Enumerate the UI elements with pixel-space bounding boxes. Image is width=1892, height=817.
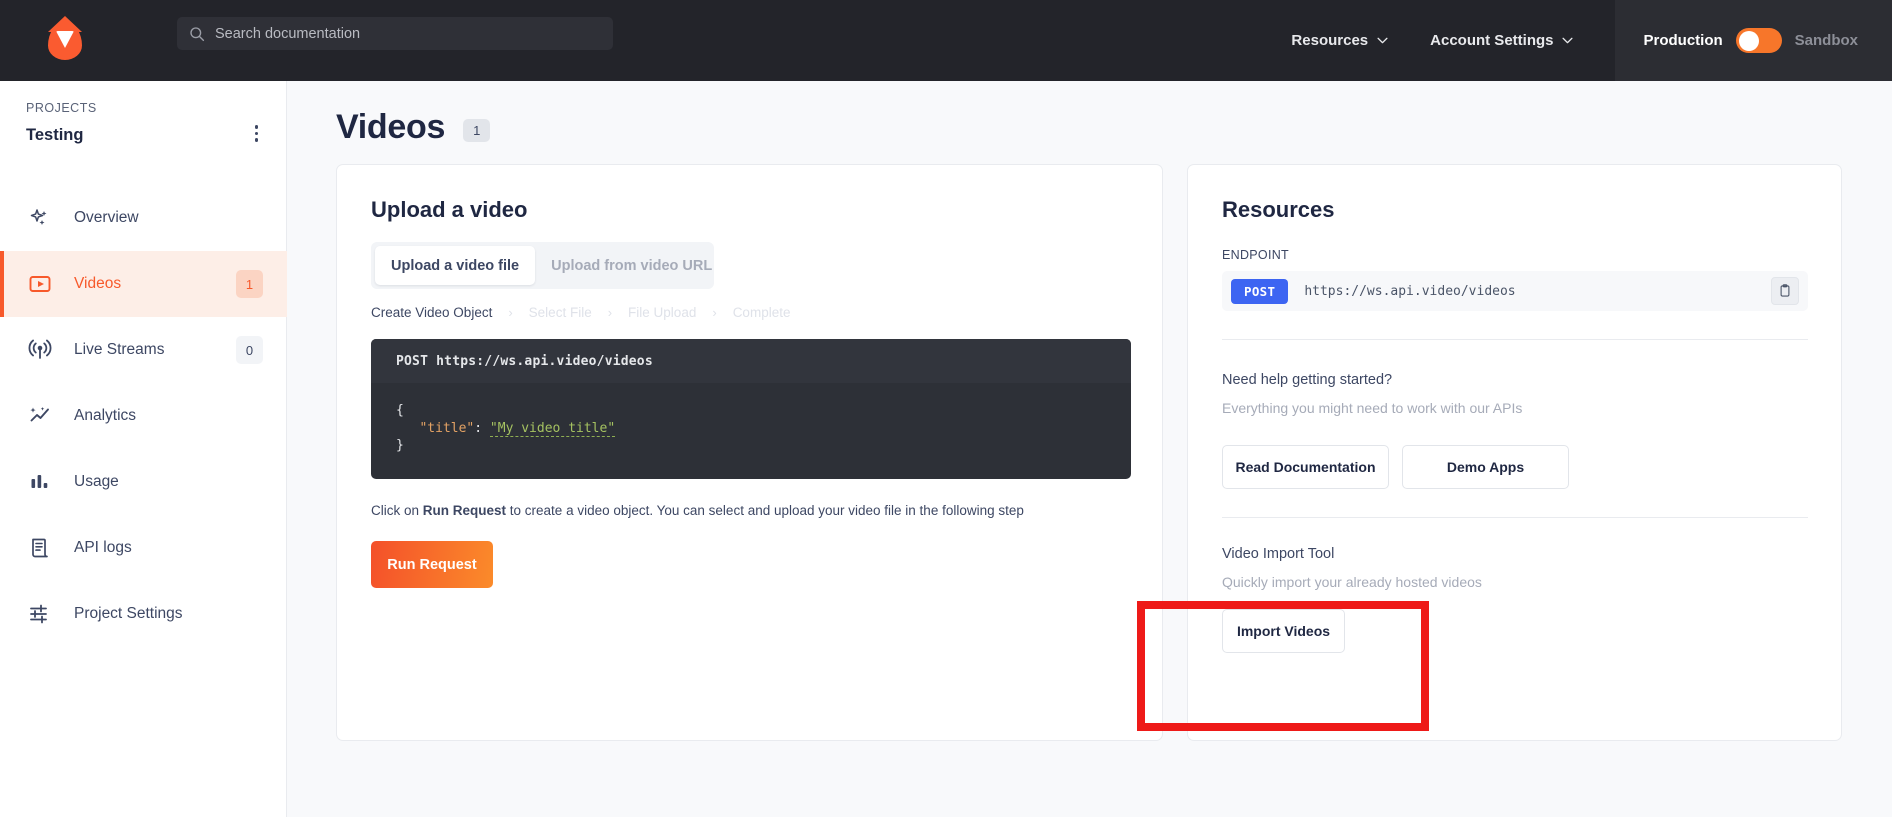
code-brace-close: } — [396, 438, 404, 454]
toggle-knob — [1738, 30, 1759, 51]
code-request-line: POST https://ws.api.video/videos — [371, 339, 1131, 383]
endpoint-row: POST https://ws.api.video/videos — [1222, 271, 1808, 311]
sidebar: PROJECTS Testing Overview Videos 1 Live … — [0, 81, 287, 817]
sparkles-icon — [30, 209, 47, 225]
tab-upload-from-video-url[interactable]: Upload from video URL — [535, 246, 728, 285]
divider — [1222, 517, 1808, 518]
apivideo-flame-logo-icon — [48, 21, 82, 60]
code-url: https://ws.api.video/videos — [436, 353, 653, 369]
brand-logo[interactable] — [0, 21, 130, 60]
chevron-down-icon — [1377, 37, 1388, 44]
logo-inner-triangle — [56, 31, 74, 48]
hint-suffix: to create a video object. You can select… — [506, 503, 1024, 518]
sidebar-badge-live-streams: 0 — [236, 336, 263, 364]
more-vertical-icon[interactable] — [254, 125, 258, 142]
page-header: Videos 1 — [336, 108, 491, 147]
divider — [1222, 339, 1808, 340]
sidebar-section-label: PROJECTS — [26, 101, 97, 115]
code-method: POST — [396, 353, 429, 369]
step-create-video-object: Create Video Object — [371, 305, 493, 320]
upload-video-card: Upload a video Upload a video file Uploa… — [336, 164, 1163, 741]
help-subtitle: Everything you might need to work with o… — [1222, 400, 1523, 416]
sidebar-item-api-logs[interactable]: API logs — [0, 515, 287, 581]
demo-apps-button[interactable]: Demo Apps — [1402, 445, 1569, 489]
bar-chart-icon — [31, 475, 48, 488]
sliders-icon — [30, 604, 47, 624]
sidebar-project-name[interactable]: Testing — [26, 126, 83, 145]
clipboard-glyph — [1780, 284, 1790, 297]
logs-icon — [32, 538, 48, 558]
code-request-body: { "title": "My video title" } — [371, 383, 1131, 455]
environment-switcher[interactable]: Production Sandbox — [1615, 0, 1892, 81]
sidebar-item-label: Live Streams — [74, 341, 165, 358]
chevron-right-icon: › — [712, 305, 717, 320]
step-complete: Complete — [732, 305, 791, 320]
import-videos-button[interactable]: Import Videos — [1222, 609, 1345, 653]
chevron-down-icon — [1562, 37, 1574, 44]
endpoint-method-badge: POST — [1231, 278, 1289, 304]
code-brace-open: { — [396, 403, 404, 418]
upload-stepper: Create Video Object › Select File › File… — [371, 305, 790, 320]
endpoint-label: ENDPOINT — [1222, 248, 1289, 262]
video-import-tool-title: Video Import Tool — [1222, 546, 1335, 562]
top-nav-right-group: Resources Account Settings Production Sa… — [1291, 0, 1892, 81]
step-file-upload: File Upload — [628, 305, 697, 320]
env-sandbox-label: Sandbox — [1794, 32, 1858, 49]
analytics-icon — [30, 407, 49, 422]
code-body-key: "title" — [419, 420, 475, 436]
sidebar-item-label: Overview — [74, 209, 139, 226]
sidebar-item-label: API logs — [74, 539, 132, 556]
sidebar-item-live-streams[interactable]: Live Streams 0 — [0, 317, 287, 383]
upload-hint-text: Click on Run Request to create a video o… — [371, 503, 1024, 518]
tab-upload-video-file[interactable]: Upload a video file — [375, 246, 536, 285]
nav-resources[interactable]: Resources — [1291, 32, 1388, 49]
chevron-right-icon: › — [607, 305, 613, 320]
sidebar-item-label: Analytics — [74, 407, 137, 424]
search-input[interactable] — [215, 25, 601, 42]
sidebar-item-label: Project Settings — [74, 605, 183, 622]
upload-card-heading: Upload a video — [371, 197, 528, 222]
main-content: Videos 1 Upload a video Upload a video f… — [287, 81, 1892, 817]
hint-prefix: Click on — [371, 503, 423, 518]
sidebar-item-label: Usage — [74, 473, 119, 490]
resources-card: Resources ENDPOINT POST https://ws.api.v… — [1187, 164, 1842, 741]
clipboard-copy-icon[interactable] — [1771, 277, 1799, 305]
resources-heading: Resources — [1222, 197, 1335, 222]
nav-account-settings-label: Account Settings — [1430, 32, 1554, 49]
env-production-label: Production — [1643, 32, 1723, 49]
hint-bold: Run Request — [422, 503, 507, 518]
sidebar-item-usage[interactable]: Usage — [0, 449, 287, 515]
step-select-file: Select File — [528, 305, 592, 320]
read-documentation-button[interactable]: Read Documentation — [1222, 445, 1389, 489]
sidebar-item-analytics[interactable]: Analytics — [0, 383, 287, 449]
video-import-tool-subtitle: Quickly import your already hosted video… — [1222, 574, 1482, 590]
sidebar-item-label: Videos — [74, 275, 122, 292]
sidebar-item-overview[interactable]: Overview — [0, 185, 287, 251]
sidebar-item-project-settings[interactable]: Project Settings — [0, 581, 287, 647]
top-navigation-bar: Resources Account Settings Production Sa… — [0, 0, 1892, 81]
sidebar-nav-list: Overview Videos 1 Live Streams 0 Analyti… — [0, 185, 287, 647]
broadcast-icon — [28, 339, 52, 359]
page-title-count-badge: 1 — [463, 119, 491, 142]
page-title: Videos — [336, 108, 446, 146]
upload-method-tabs: Upload a video file Upload from video UR… — [371, 242, 714, 289]
sidebar-badge-videos: 1 — [236, 270, 263, 298]
chevron-right-icon: › — [508, 305, 513, 320]
environment-toggle[interactable] — [1735, 28, 1782, 53]
search-icon — [190, 26, 205, 41]
help-title: Need help getting started? — [1222, 372, 1393, 388]
endpoint-url-text: https://ws.api.video/videos — [1304, 283, 1516, 299]
search-bar[interactable] — [177, 17, 613, 50]
video-play-icon — [29, 276, 51, 292]
code-colon: : — [474, 420, 483, 436]
sidebar-item-videos[interactable]: Videos 1 — [0, 251, 287, 317]
request-code-block: POST https://ws.api.video/videos { "titl… — [371, 339, 1131, 479]
nav-account-settings[interactable]: Account Settings — [1430, 32, 1574, 49]
code-body-value-editable[interactable]: "My video title" — [489, 420, 616, 437]
nav-resources-label: Resources — [1291, 32, 1369, 49]
run-request-button[interactable]: Run Request — [371, 541, 493, 588]
